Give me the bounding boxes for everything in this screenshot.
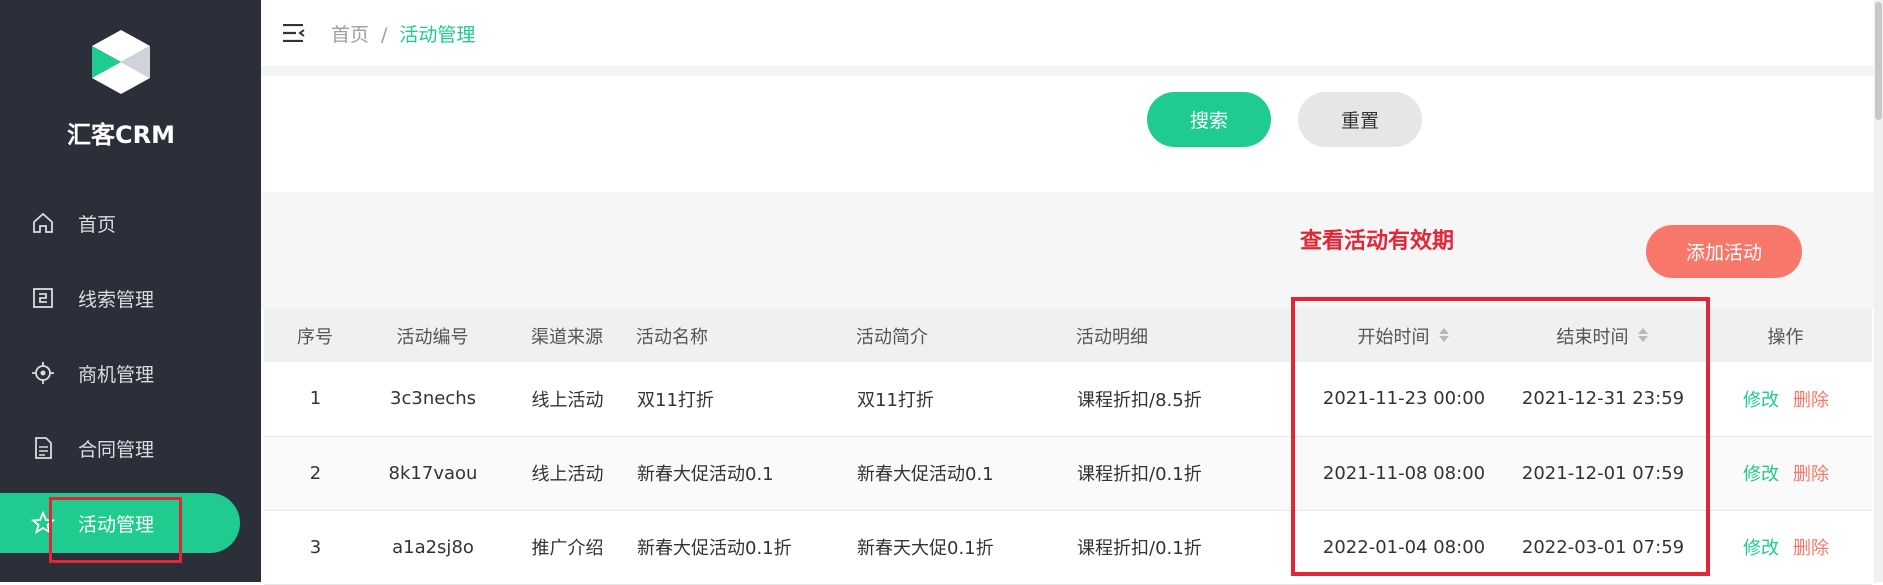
sidebar-item-label: 合同管理 bbox=[78, 438, 155, 461]
sidebar-item-contract[interactable]: 合同管理 bbox=[0, 418, 240, 478]
reset-button[interactable]: 重置 bbox=[1298, 92, 1422, 147]
cell-no: 2 bbox=[309, 462, 322, 484]
column-header: 活动明细 bbox=[1076, 326, 1148, 348]
cell-channel: 推广介绍 bbox=[531, 538, 604, 559]
cell-name: 新春大促活动0.1折 bbox=[637, 538, 792, 559]
cell-no: 1 bbox=[309, 388, 322, 410]
edit-link[interactable]: 修改 bbox=[1743, 538, 1779, 559]
cell-no: 3 bbox=[309, 536, 322, 558]
delete-link[interactable]: 删除 bbox=[1793, 464, 1829, 485]
divider bbox=[261, 66, 1883, 76]
column-header: 渠道来源 bbox=[531, 326, 603, 348]
sidebar-item-clues[interactable]: 线索管理 bbox=[0, 268, 240, 328]
add-activity-button[interactable]: 添加活动 bbox=[1646, 225, 1802, 278]
vertical-scrollbar[interactable] bbox=[1874, 0, 1883, 582]
cell-actions: 修改 删除 bbox=[1700, 436, 1872, 510]
column-header: 序号 bbox=[297, 326, 333, 348]
breadcrumb-separator: / bbox=[381, 23, 388, 46]
sidebar-item-label: 线索管理 bbox=[78, 288, 155, 311]
annotation-note: 查看活动有效期 bbox=[1300, 229, 1455, 254]
toolbar-area bbox=[261, 192, 1883, 309]
top-header: 首页 / 活动管理 bbox=[261, 0, 1883, 66]
cell-name: 新春大促活动0.1 bbox=[637, 464, 774, 485]
home-icon bbox=[30, 210, 56, 236]
delete-link[interactable]: 删除 bbox=[1793, 390, 1829, 411]
document-icon bbox=[30, 435, 56, 461]
cell-channel: 线上活动 bbox=[531, 389, 604, 411]
column-header: 操作 bbox=[1767, 326, 1804, 348]
column-header: 活动简介 bbox=[856, 326, 928, 348]
menu-toggle-icon[interactable] bbox=[283, 22, 309, 44]
cell-name: 双11打折 bbox=[637, 389, 714, 411]
cell-actions: 修改 删除 bbox=[1700, 362, 1872, 436]
cell-detail: 课程折扣/0.1折 bbox=[1077, 538, 1202, 559]
column-header: 活动名称 bbox=[636, 326, 708, 348]
brand-name: 汇客CRM bbox=[67, 121, 175, 149]
breadcrumb-current: 活动管理 bbox=[399, 23, 476, 46]
cell-intro: 双11打折 bbox=[857, 389, 934, 411]
search-button[interactable]: 搜索 bbox=[1147, 92, 1271, 147]
search-panel bbox=[261, 76, 1872, 192]
cell-detail: 课程折扣/8.5折 bbox=[1077, 389, 1202, 411]
target-icon bbox=[30, 360, 56, 386]
cell-channel: 线上活动 bbox=[531, 464, 604, 485]
breadcrumb-home[interactable]: 首页 bbox=[331, 24, 369, 46]
cell-code: 3c3nechs bbox=[390, 388, 476, 410]
edit-link[interactable]: 修改 bbox=[1743, 464, 1779, 485]
sidebar-item-opportunity[interactable]: 商机管理 bbox=[0, 343, 240, 403]
edit-link[interactable]: 修改 bbox=[1743, 390, 1779, 411]
logo-icon bbox=[92, 30, 150, 94]
cell-code: a1a2sj8o bbox=[392, 536, 474, 558]
delete-link[interactable]: 删除 bbox=[1793, 538, 1829, 559]
sidebar: 汇客CRM 首页 线索管理 商机管理 合同管理 活动管理 bbox=[0, 0, 261, 582]
annotation-highlight-dates bbox=[1291, 297, 1710, 576]
sidebar-item-home[interactable]: 首页 bbox=[0, 193, 240, 253]
breadcrumb: 首页 / 活动管理 bbox=[331, 20, 475, 47]
cell-intro: 新春天大促0.1折 bbox=[857, 538, 994, 559]
cell-actions: 修改 删除 bbox=[1700, 510, 1872, 584]
cell-code: 8k17vaou bbox=[388, 462, 478, 484]
column-header: 活动编号 bbox=[396, 326, 469, 348]
scrollbar-thumb[interactable] bbox=[1875, 2, 1882, 120]
clue-icon bbox=[30, 285, 56, 311]
cell-detail: 课程折扣/0.1折 bbox=[1077, 464, 1202, 485]
cell-intro: 新春大促活动0.1 bbox=[857, 464, 994, 485]
sidebar-item-label: 商机管理 bbox=[78, 363, 155, 386]
sidebar-item-label: 首页 bbox=[78, 213, 117, 236]
annotation-highlight-sidebar bbox=[49, 497, 182, 563]
